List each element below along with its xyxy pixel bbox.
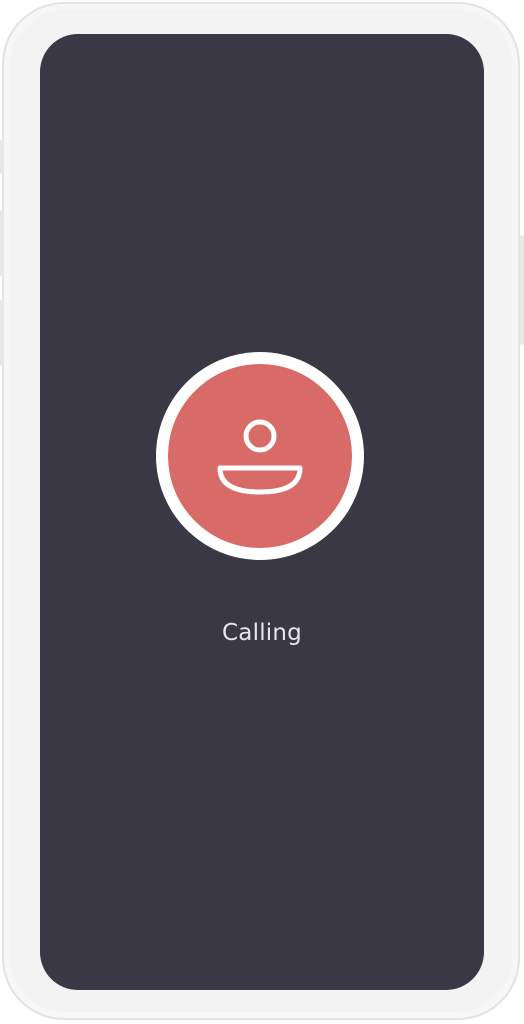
volume-up-button: [0, 210, 4, 276]
call-screen: Calling: [40, 34, 484, 990]
person-icon: [217, 419, 303, 495]
mute-switch: [0, 140, 4, 174]
power-button: [520, 235, 524, 345]
volume-down-button: [0, 300, 4, 366]
avatar[interactable]: [156, 352, 364, 560]
call-status-text: Calling: [222, 620, 302, 646]
avatar-circle: [168, 364, 352, 548]
